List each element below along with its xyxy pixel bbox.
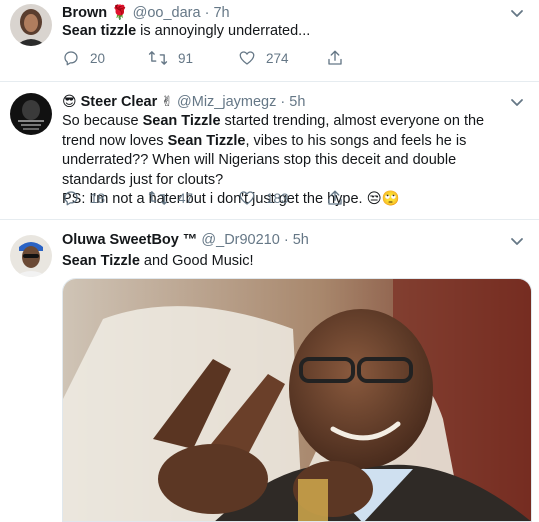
timestamp[interactable]: 5h xyxy=(293,232,309,248)
highlight-term: Sean Tizzle xyxy=(167,132,246,149)
rose-emoji: 🌹 xyxy=(111,4,129,20)
text-segment: So because xyxy=(62,113,143,129)
victory-hand-emoji: ✌ xyxy=(161,93,173,109)
separator: · xyxy=(204,5,210,21)
retweet-count: 47 xyxy=(178,190,194,206)
timestamp[interactable]: 7h xyxy=(213,5,229,21)
user-handle[interactable]: @_Dr90210 xyxy=(201,232,279,248)
user-handle[interactable]: @oo_dara xyxy=(133,5,201,21)
reply-count: 18 xyxy=(90,190,106,206)
reply-count: 20 xyxy=(90,50,106,66)
retweet-button[interactable]: 91 xyxy=(148,48,193,68)
like-button[interactable]: 274 xyxy=(238,48,289,68)
chevron-down-icon[interactable] xyxy=(509,5,525,21)
separator: · xyxy=(280,94,286,110)
display-name[interactable]: Brown xyxy=(62,5,107,21)
tweet-photo[interactable] xyxy=(62,278,532,522)
avatar[interactable] xyxy=(10,93,52,135)
reply-button[interactable]: 18 xyxy=(62,188,105,208)
reply-icon xyxy=(62,189,80,207)
tweet[interactable]: 😎 Steer Clear ✌ @Miz_jaymegz · 5h So bec… xyxy=(0,82,539,220)
like-button[interactable]: 183 xyxy=(238,188,289,208)
avatar[interactable] xyxy=(10,235,52,277)
tweet-text: Sean tizzle is annoyingly underrated... xyxy=(62,22,519,42)
tweet[interactable]: Oluwa SweetBoy ™ @_Dr90210 · 5h Sean Tiz… xyxy=(0,220,539,522)
heart-icon xyxy=(238,189,256,207)
tweet[interactable]: Brown 🌹 @oo_dara · 7h Sean tizzle is ann… xyxy=(0,0,539,82)
highlight-term: Sean Tizzle xyxy=(62,253,140,269)
timeline: Brown 🌹 @oo_dara · 7h Sean tizzle is ann… xyxy=(0,0,539,522)
user-handle[interactable]: @Miz_jaymegz xyxy=(177,94,276,110)
highlight-term: Sean Tizzle xyxy=(142,113,221,129)
heart-icon xyxy=(238,49,256,67)
like-count: 274 xyxy=(266,50,289,66)
share-button[interactable] xyxy=(326,48,344,68)
display-name[interactable]: Oluwa SweetBoy ™ xyxy=(62,232,197,248)
timestamp[interactable]: 5h xyxy=(289,94,305,110)
tweet-header: Brown 🌹 @oo_dara · 7h xyxy=(62,2,503,22)
tweet-actions: 20 91 274 xyxy=(62,48,362,68)
separator: · xyxy=(283,232,289,248)
display-name[interactable]: Steer Clear xyxy=(81,94,158,110)
tweet-text: Sean Tizzle and Good Music! xyxy=(62,252,519,272)
sunglasses-emoji: 😎 xyxy=(62,93,77,109)
highlight-term: Sean tizzle xyxy=(62,23,137,39)
text-segment: and Good Music! xyxy=(139,253,254,269)
retweet-button[interactable]: 47 xyxy=(148,188,193,208)
photo-image xyxy=(63,279,531,521)
like-count: 183 xyxy=(266,190,289,206)
retweet-count: 91 xyxy=(178,50,194,66)
chevron-down-icon[interactable] xyxy=(509,233,525,249)
tweet-header: 😎 Steer Clear ✌ @Miz_jaymegz · 5h xyxy=(62,91,503,111)
retweet-icon xyxy=(148,49,168,67)
reply-button[interactable]: 20 xyxy=(62,48,105,68)
share-icon xyxy=(326,189,344,207)
chevron-down-icon[interactable] xyxy=(509,94,525,110)
retweet-icon xyxy=(148,189,168,207)
tweet-actions: 18 47 183 xyxy=(62,188,362,208)
share-icon xyxy=(326,49,344,67)
tweet-header: Oluwa SweetBoy ™ @_Dr90210 · 5h xyxy=(62,230,503,250)
avatar[interactable] xyxy=(10,4,52,46)
share-button[interactable] xyxy=(326,188,344,208)
reply-icon xyxy=(62,49,80,67)
text-segment: is annoyingly underrated... xyxy=(136,23,311,39)
